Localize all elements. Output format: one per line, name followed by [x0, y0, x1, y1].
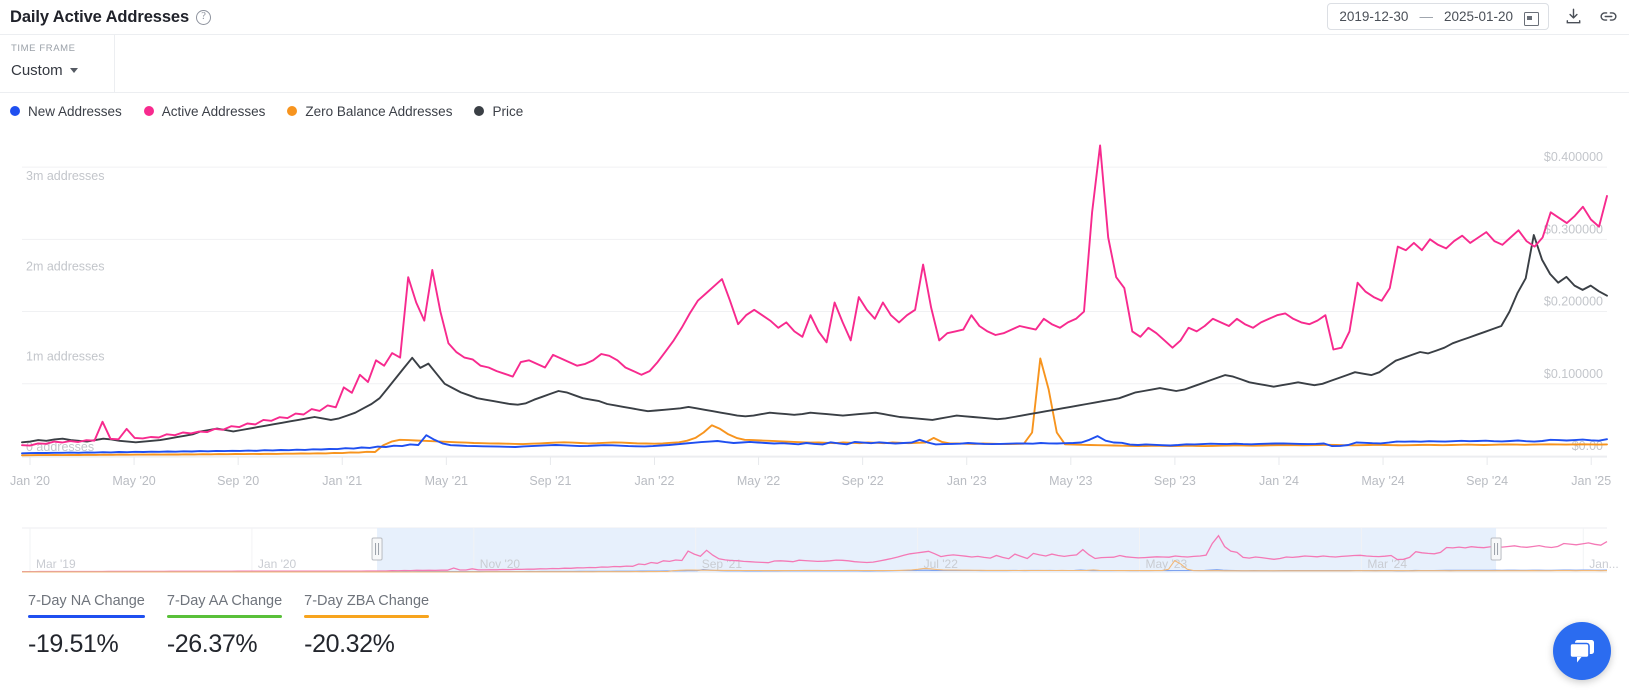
- legend-label: Active Addresses: [162, 104, 266, 119]
- svg-text:Mar '19: Mar '19: [36, 557, 76, 571]
- stat-underline: [28, 615, 145, 618]
- calendar-icon[interactable]: [1524, 10, 1537, 24]
- svg-text:Sep '24: Sep '24: [1466, 474, 1508, 488]
- svg-text:Jan '21: Jan '21: [322, 474, 362, 488]
- stat-underline: [167, 615, 282, 618]
- legend-item-price[interactable]: Price: [474, 104, 523, 119]
- timeframe-label: TIME FRAME: [11, 43, 114, 54]
- page-title: Daily Active Addresses: [10, 8, 189, 27]
- stat-na-change: 7-Day NA Change -19.51%: [28, 593, 145, 659]
- chart-canvas[interactable]: $0.00$0.100000$0.200000$0.300000$0.40000…: [0, 131, 1629, 508]
- header-actions: 2019-12-30 — 2025-01-20: [1327, 3, 1619, 30]
- timeframe-bar: TIME FRAME Custom: [0, 34, 1629, 93]
- svg-text:Sep '23: Sep '23: [1154, 474, 1196, 488]
- svg-text:May '20: May '20: [112, 474, 155, 488]
- chat-bubble-icon: [1567, 637, 1597, 665]
- svg-text:Jan '20: Jan '20: [258, 557, 297, 571]
- svg-text:Jan '23: Jan '23: [947, 474, 987, 488]
- link-icon[interactable]: [1597, 6, 1619, 28]
- chevron-down-icon[interactable]: [70, 68, 78, 73]
- timeframe-selector[interactable]: TIME FRAME Custom: [0, 35, 115, 92]
- chart-navigator[interactable]: Mar '19Jan '20Nov '20Sep '21Jul '22May '…: [0, 520, 1629, 582]
- svg-text:Sep '20: Sep '20: [217, 474, 259, 488]
- svg-text:May '23: May '23: [1049, 474, 1092, 488]
- legend-dot-icon: [287, 106, 297, 116]
- navigator-handle[interactable]: [372, 538, 382, 560]
- date-range-start: 2019-12-30: [1339, 9, 1408, 24]
- question-mark-circle-icon[interactable]: ?: [196, 10, 211, 25]
- legend-dot-icon: [144, 106, 154, 116]
- chat-widget-button[interactable]: [1553, 622, 1611, 680]
- svg-text:May '22: May '22: [737, 474, 780, 488]
- svg-text:$0.100000: $0.100000: [1544, 367, 1603, 381]
- svg-text:Jan '25: Jan '25: [1571, 474, 1611, 488]
- date-range-separator: —: [1419, 9, 1433, 24]
- stat-value: -20.32%: [304, 630, 429, 659]
- legend-dot-icon: [474, 106, 484, 116]
- stat-aa-change: 7-Day AA Change -26.37%: [167, 593, 282, 659]
- stat-underline: [304, 615, 429, 618]
- legend-label: Zero Balance Addresses: [305, 104, 452, 119]
- legend-dot-icon: [10, 106, 20, 116]
- navigator-handle[interactable]: [1491, 538, 1501, 560]
- legend-item-new-addresses[interactable]: New Addresses: [10, 104, 122, 119]
- stat-label: 7-Day AA Change: [167, 593, 282, 615]
- navigator-canvas[interactable]: Mar '19Jan '20Nov '20Sep '21Jul '22May '…: [0, 520, 1629, 582]
- svg-text:3m addresses: 3m addresses: [26, 169, 105, 183]
- svg-text:1m addresses: 1m addresses: [26, 350, 105, 364]
- svg-text:Jan...: Jan...: [1589, 557, 1618, 571]
- legend-label: New Addresses: [28, 104, 122, 119]
- svg-text:May '24: May '24: [1361, 474, 1404, 488]
- svg-text:Jan '22: Jan '22: [635, 474, 675, 488]
- legend-label: Price: [492, 104, 523, 119]
- date-range-end: 2025-01-20: [1444, 9, 1513, 24]
- stat-label: 7-Day ZBA Change: [304, 593, 429, 615]
- stats-row: 7-Day NA Change -19.51% 7-Day AA Change …: [28, 593, 429, 659]
- download-icon[interactable]: [1562, 6, 1584, 28]
- stat-zba-change: 7-Day ZBA Change -20.32%: [304, 593, 429, 659]
- svg-text:Sep '22: Sep '22: [842, 474, 884, 488]
- svg-text:$0.300000: $0.300000: [1544, 222, 1603, 236]
- legend-item-zero-balance-addresses[interactable]: Zero Balance Addresses: [287, 104, 452, 119]
- title-group: Daily Active Addresses ?: [0, 8, 211, 27]
- svg-text:$0.400000: $0.400000: [1544, 150, 1603, 164]
- stat-value: -19.51%: [28, 630, 145, 659]
- stat-value: -26.37%: [167, 630, 282, 659]
- svg-text:2m addresses: 2m addresses: [26, 259, 105, 273]
- svg-text:$0.200000: $0.200000: [1544, 295, 1603, 309]
- svg-text:Jan '20: Jan '20: [10, 474, 50, 488]
- svg-text:Jan '24: Jan '24: [1259, 474, 1299, 488]
- svg-text:Sep '21: Sep '21: [529, 474, 571, 488]
- timeframe-value-row[interactable]: Custom: [11, 62, 114, 79]
- stat-label: 7-Day NA Change: [28, 593, 145, 615]
- chart-legend: New Addresses Active Addresses Zero Bala…: [10, 99, 523, 123]
- page-header: Daily Active Addresses ? 2019-12-30 — 20…: [0, 0, 1629, 34]
- svg-text:May '21: May '21: [425, 474, 468, 488]
- timeframe-value: Custom: [11, 62, 63, 79]
- date-range-picker[interactable]: 2019-12-30 — 2025-01-20: [1327, 3, 1549, 30]
- legend-item-active-addresses[interactable]: Active Addresses: [144, 104, 266, 119]
- main-chart[interactable]: $0.00$0.100000$0.200000$0.300000$0.40000…: [0, 131, 1629, 508]
